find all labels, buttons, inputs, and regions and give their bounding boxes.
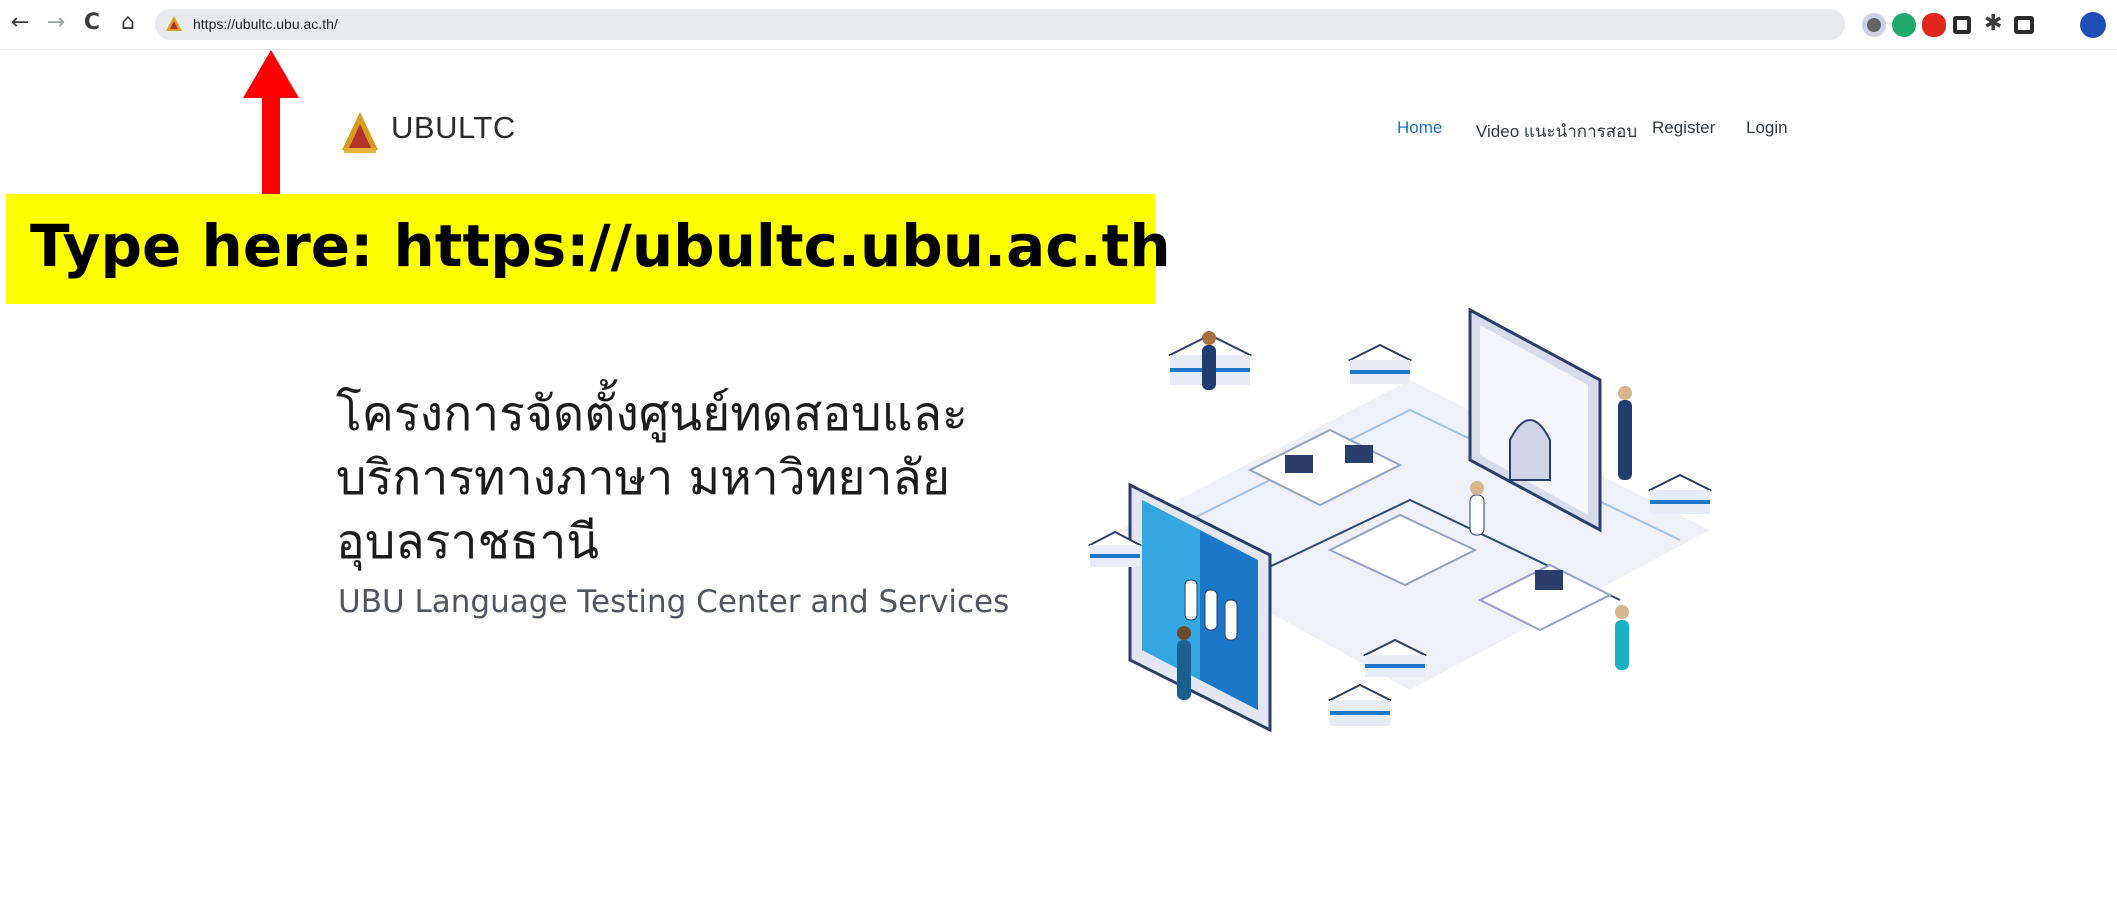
lab-isometric-illustration: [1087, 307, 1713, 733]
hero-subtitle: UBU Language Testing Center and Services: [338, 584, 1010, 620]
red-arrow-shaft: [262, 86, 280, 198]
hero-title: โครงการจัดตั้งศูนย์ทดสอบและ บริการทางภาษ…: [336, 382, 1056, 574]
extension-icon-1[interactable]: [1862, 13, 1886, 37]
grammarly-icon[interactable]: [1892, 13, 1916, 37]
profile-avatar-icon[interactable]: [2080, 12, 2106, 38]
site-brand[interactable]: UBULTC: [391, 110, 516, 146]
nav-login[interactable]: Login: [1746, 118, 1788, 138]
reload-icon[interactable]: C: [80, 10, 104, 36]
site-favicon-icon: [166, 16, 182, 31]
puzzle-extensions-icon[interactable]: ✱: [1984, 11, 2002, 37]
ubultc-logo-icon[interactable]: [340, 110, 380, 154]
hero-title-line-3: อุบลราชธานี: [336, 514, 600, 570]
back-arrow-icon[interactable]: ←: [8, 10, 32, 36]
instruction-callout: Type here: https://ubultc.ubu.ac.th: [6, 194, 1171, 304]
side-panel-icon[interactable]: [2014, 16, 2034, 34]
hero-title-line-2: บริการทางภาษา มหาวิทยาลัย: [336, 450, 950, 506]
address-bar[interactable]: https://ubultc.ubu.ac.th/: [155, 9, 1845, 40]
hero-title-line-1: โครงการจัดตั้งศูนย์ทดสอบและ: [336, 386, 968, 442]
nav-home[interactable]: Home: [1397, 118, 1442, 138]
instruction-callout-text: Type here: https://ubultc.ubu.ac.th: [30, 212, 1171, 280]
opera-icon[interactable]: [1922, 13, 1946, 37]
address-bar-url[interactable]: https://ubultc.ubu.ac.th/: [193, 15, 338, 34]
home-icon[interactable]: ⌂: [116, 10, 140, 36]
forward-arrow-icon[interactable]: →: [44, 10, 68, 36]
browser-toolbar: ← → C ⌂ https://ubultc.ubu.ac.th/ ✱: [0, 0, 2117, 50]
extension-square-icon[interactable]: [1953, 16, 1971, 34]
nav-video[interactable]: Video แนะนำการสอบ: [1476, 118, 1637, 145]
nav-register[interactable]: Register: [1652, 118, 1715, 138]
